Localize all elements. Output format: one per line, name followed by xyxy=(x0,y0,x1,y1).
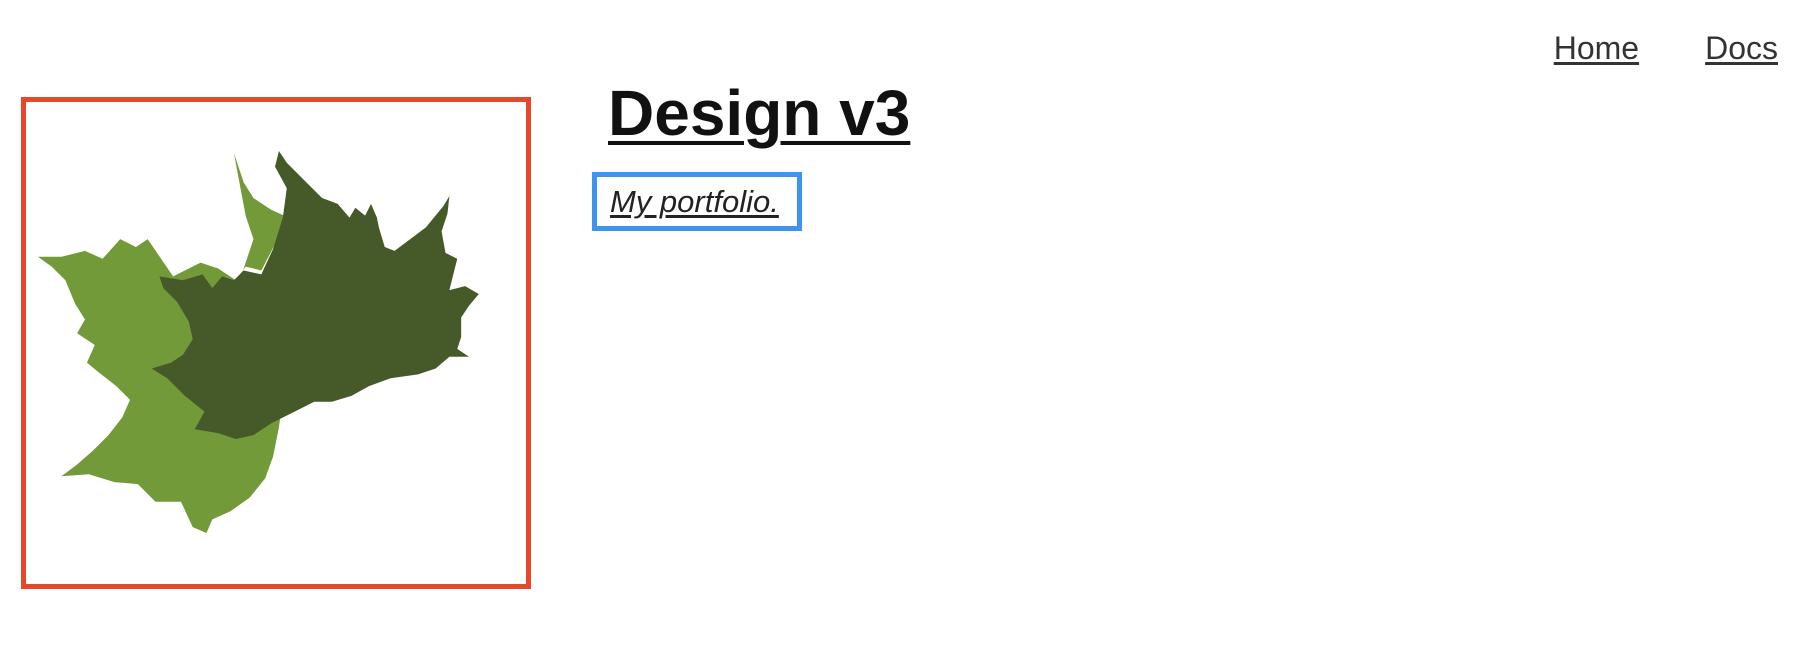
logo-image-frame[interactable] xyxy=(21,97,531,589)
top-nav: Home Docs xyxy=(1554,30,1778,67)
maple-leaves-icon xyxy=(37,150,479,534)
page-title[interactable]: Design v3 xyxy=(608,76,910,150)
nav-link-docs[interactable]: Docs xyxy=(1705,30,1778,67)
dark-leaf-icon xyxy=(151,150,479,440)
nav-link-home[interactable]: Home xyxy=(1554,30,1639,67)
tagline-text: My portfolio. xyxy=(610,183,779,219)
tagline-box[interactable]: My portfolio. xyxy=(592,172,802,231)
